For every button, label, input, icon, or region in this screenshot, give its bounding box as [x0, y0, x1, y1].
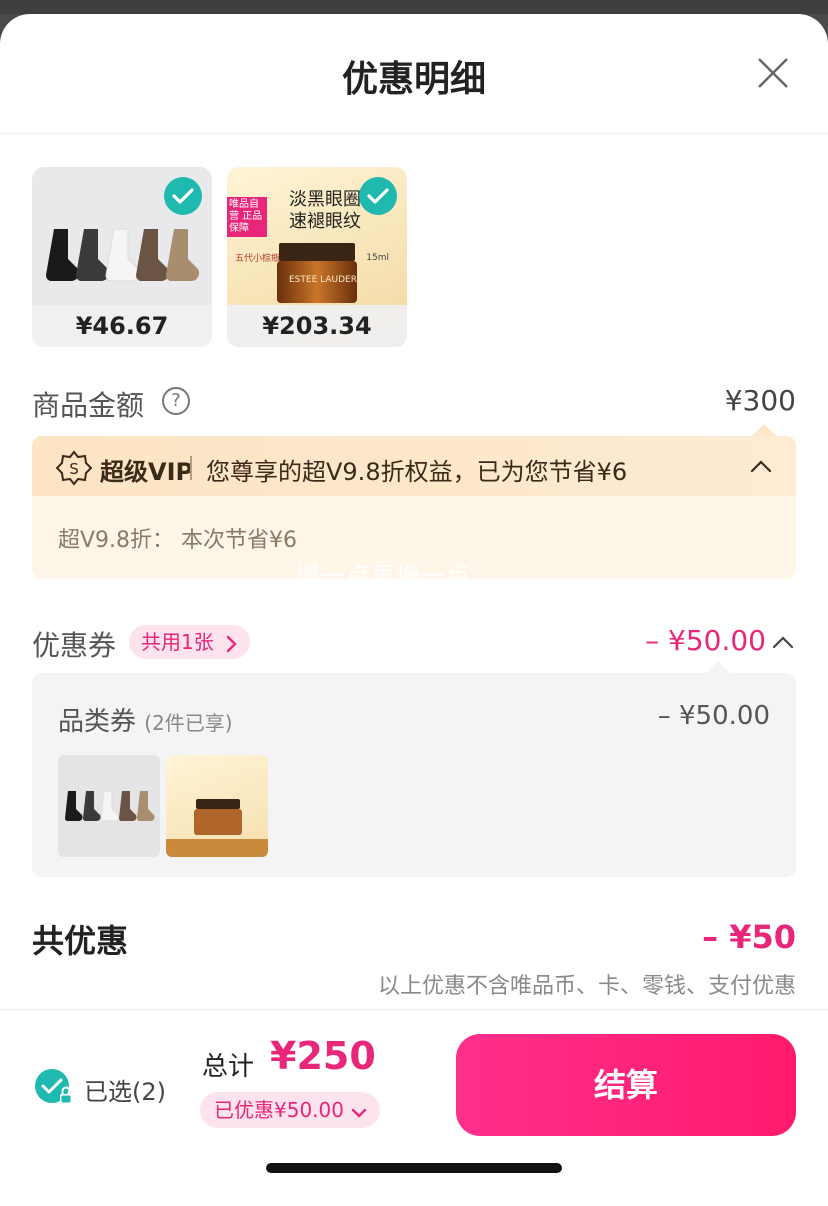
coupon-row: 优惠券 共用1张 – ¥50.00 [32, 624, 796, 664]
vip-benefit-panel: S 超级VIP 您尊享的超V9.8折权益，已为您节省¥6 超V9.8折： 本次节… [32, 424, 796, 590]
total-value: ¥250 [270, 1034, 376, 1078]
category-coupon-title: 品类券 [58, 707, 137, 737]
sheet-header: 优惠明细 [0, 14, 828, 134]
close-icon [758, 58, 788, 88]
vip-benefit-header[interactable]: S 超级VIP 您尊享的超V9.8折权益，已为您节省¥6 [32, 436, 796, 496]
total-discount-label: 共优惠 [32, 922, 129, 960]
goods-amount-row: 商品金额 ? ¥300 [32, 384, 796, 424]
pointer-arrow [752, 424, 776, 436]
help-icon[interactable]: ? [162, 387, 190, 415]
chevron-right-icon [220, 631, 242, 653]
socks-thumbnail-image [64, 790, 155, 822]
vip-description: 您尊享的超V9.8折权益，已为您节省¥6 [206, 458, 628, 486]
chevron-up-icon[interactable] [748, 454, 774, 480]
selected-check-badge[interactable] [164, 177, 202, 215]
pointer-arrow [706, 661, 730, 673]
check-icon [172, 188, 194, 204]
discount-detail-sheet: 优惠明细 ¥46.67 淡黑眼圈 速褪眼纹 唯品自营 正品保障 五代小棕瓶 15… [0, 14, 828, 1206]
chevron-up-icon[interactable] [770, 630, 796, 656]
select-all-checkbox[interactable] [34, 1068, 74, 1108]
total-discount-note: 以上优惠不含唯品币、卡、零钱、支付优惠 [377, 974, 796, 999]
vip-title: 超级VIP [100, 458, 194, 486]
product-thumbnail [58, 755, 160, 857]
coupon-count-pill[interactable]: 共用1张 [129, 625, 250, 659]
coupon-count-text: 共用1张 [141, 630, 214, 654]
category-coupon-value: – ¥50.00 [657, 701, 770, 731]
product-thumbnail [166, 755, 268, 857]
eye-cream-thumbnail-image [166, 799, 268, 857]
category-coupon-label: 品类券 (2件已享) [58, 701, 233, 738]
check-icon [367, 188, 389, 204]
total-discount-value: – ¥50 [702, 918, 796, 956]
selected-count: 已选(2) [84, 1078, 166, 1106]
coupon-total-value: – ¥50.00 [645, 624, 766, 657]
chevron-down-icon [348, 1099, 370, 1121]
product-card-eye-cream[interactable]: 淡黑眼圈 速褪眼纹 唯品自营 正品保障 五代小棕瓶 15ml ESTEE LAU… [227, 167, 407, 347]
selected-check-badge[interactable] [359, 177, 397, 215]
total-label: 总计 [202, 1052, 255, 1082]
brand-label: ESTEE LAUDER [289, 275, 357, 285]
lock-check-icon [35, 1069, 72, 1104]
vip-badge-icon: S [55, 450, 93, 486]
category-coupon-panel: 品类券 (2件已享) – ¥50.00 [32, 661, 796, 877]
category-coupon-sub: (2件已享) [144, 711, 233, 735]
coupon-label: 优惠券 [32, 629, 117, 662]
close-button[interactable] [756, 56, 790, 90]
product-price: ¥203.34 [227, 305, 407, 347]
saved-amount-pill[interactable]: 已优惠¥50.00 [200, 1092, 380, 1128]
status-strip [0, 0, 828, 14]
watermark-text: 慢一点再慢一点 [296, 562, 471, 590]
checkout-button[interactable]: 结算 [456, 1034, 796, 1136]
sheet-title: 优惠明细 [341, 59, 486, 100]
divider [190, 456, 192, 480]
saved-amount-text: 已优惠¥50.00 [214, 1098, 344, 1122]
vip-detail-text: 超V9.8折： 本次节省¥6 [58, 528, 298, 553]
goods-amount-label: 商品金额 [32, 389, 145, 422]
goods-amount-value: ¥300 [724, 384, 796, 417]
product-price: ¥46.67 [32, 305, 212, 347]
checkout-bar: 已选(2) 总计 ¥250 已优惠¥50.00 结算 [0, 1009, 828, 1206]
product-card-socks[interactable]: ¥46.67 [32, 167, 212, 347]
svg-text:S: S [69, 460, 79, 478]
home-indicator [266, 1163, 562, 1173]
total-discount-section: 共优惠 – ¥50 以上优惠不含唯品币、卡、零钱、支付优惠 [32, 916, 796, 999]
